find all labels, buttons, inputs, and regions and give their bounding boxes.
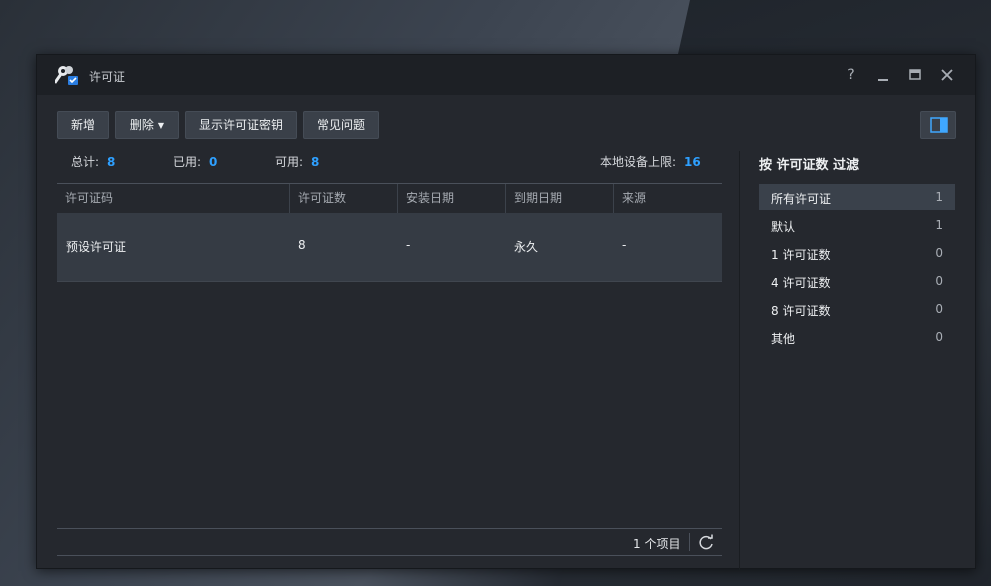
filter-item-all[interactable]: 所有许可证 1: [759, 184, 955, 210]
filter-item-label: 所有许可证: [771, 192, 832, 206]
keys-icon: [55, 66, 78, 85]
column-header-install-date[interactable]: 安装日期: [397, 184, 505, 213]
cell-license-code: 预设许可证: [66, 240, 127, 254]
stat-local-limit: 本地设备上限: 16: [600, 153, 701, 170]
table-row[interactable]: 预设许可证 8 - 永久 -: [57, 213, 722, 282]
filter-item-8-license[interactable]: 8 许可证数 0: [759, 296, 955, 322]
delete-dropdown-button[interactable]: 删除 ▼: [115, 111, 179, 139]
stat-used: 已用: 0: [173, 153, 217, 170]
chevron-down-icon: ▼: [157, 121, 165, 130]
stat-total-value: 8: [107, 155, 116, 169]
filter-item-other[interactable]: 其他 0: [759, 324, 955, 350]
cell-install-date: -: [406, 238, 411, 252]
stat-available-value: 8: [311, 155, 320, 169]
maximize-icon: [909, 69, 921, 80]
filter-item-label: 默认: [771, 220, 796, 234]
footer-bottom-divider: [57, 555, 722, 556]
delete-label: 删除: [129, 118, 154, 132]
window-title: 许可证: [89, 70, 126, 84]
stat-used-label: 已用:: [173, 155, 202, 169]
close-button[interactable]: [937, 65, 957, 85]
show-license-keys-button[interactable]: 显示许可证密钥: [185, 111, 297, 139]
cell-expiry-date: 永久: [514, 240, 539, 254]
filter-item-count: 1: [935, 218, 943, 232]
side-panel-toggle-button[interactable]: [920, 111, 956, 139]
filter-item-count: 0: [935, 274, 943, 288]
filter-item-count: 0: [935, 330, 943, 344]
refresh-icon[interactable]: [697, 534, 715, 552]
filter-item-4-license[interactable]: 4 许可证数 0: [759, 268, 955, 294]
column-header-expiry-date[interactable]: 到期日期: [505, 184, 613, 213]
filter-item-label: 1 许可证数: [771, 248, 831, 262]
column-header-license-code[interactable]: 许可证码: [57, 184, 289, 213]
filter-item-default[interactable]: 默认 1: [759, 212, 955, 238]
minimize-icon: [878, 79, 888, 81]
side-panel-icon: [930, 117, 948, 133]
filter-panel-title: 按 许可证数 过滤: [759, 158, 860, 173]
filter-item-count: 0: [935, 246, 943, 260]
minimize-button[interactable]: [873, 65, 893, 85]
cell-license-count: 8: [298, 238, 306, 252]
maximize-button[interactable]: [905, 65, 925, 85]
license-window: 许可证 ? 新增 删除 ▼ 显示许可证密钥 常见问题 总计: 8 已用: 0 可用: 8…: [36, 54, 976, 570]
help-button[interactable]: ?: [841, 65, 861, 85]
cell-source: -: [622, 238, 627, 252]
faq-button[interactable]: 常见问题: [303, 111, 379, 139]
panel-divider: [739, 151, 740, 570]
filter-item-1-license[interactable]: 1 许可证数 0: [759, 240, 955, 266]
filter-item-label: 4 许可证数: [771, 276, 831, 290]
stat-available-label: 可用:: [275, 155, 304, 169]
footer-separator: [689, 533, 690, 551]
filter-item-label: 8 许可证数: [771, 304, 831, 318]
item-count: 1 个项目: [633, 537, 681, 551]
filter-item-label: 其他: [771, 332, 796, 346]
filter-item-count: 0: [935, 302, 943, 316]
title-bar: 许可证 ?: [37, 55, 975, 95]
stat-total-label: 总计:: [71, 155, 100, 169]
footer-divider: [57, 528, 722, 529]
stat-local-limit-label: 本地设备上限:: [600, 155, 677, 169]
close-icon: [941, 69, 953, 81]
column-header-source[interactable]: 来源: [613, 184, 722, 213]
stat-available: 可用: 8: [275, 153, 319, 170]
add-button[interactable]: 新增: [57, 111, 109, 139]
stat-used-value: 0: [209, 155, 218, 169]
stat-local-limit-value: 16: [684, 155, 701, 169]
column-header-license-count[interactable]: 许可证数: [289, 184, 397, 213]
stat-total: 总计: 8: [71, 153, 115, 170]
license-table-header: 许可证码 许可证数 安装日期 到期日期 来源: [57, 183, 722, 213]
filter-item-count: 1: [935, 190, 943, 204]
